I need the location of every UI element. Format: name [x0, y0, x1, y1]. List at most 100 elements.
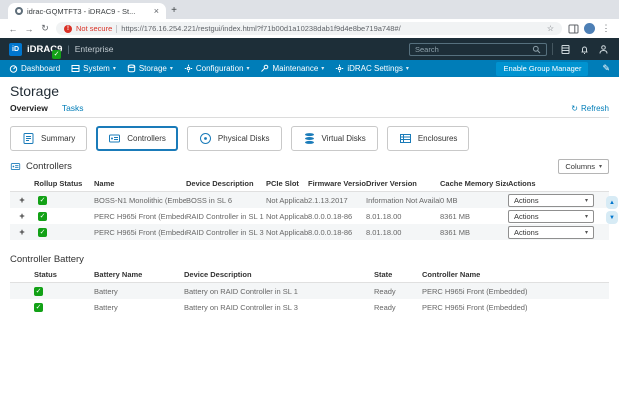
cache-memory-size: 8361 MB	[440, 212, 508, 221]
search-input[interactable]	[415, 45, 528, 54]
col-status: Status	[10, 270, 94, 279]
brand-separator: |	[67, 44, 69, 54]
controller-name: PERC H965i Front (Embedded)	[94, 228, 186, 237]
notifications-bell-icon[interactable]	[577, 43, 591, 55]
firmware-version: 2.1.13.2017	[308, 196, 366, 205]
expand-row-icon[interactable]: +	[10, 211, 34, 221]
nav-storage[interactable]: Storage ▾	[127, 64, 173, 73]
bookmark-star-icon[interactable]: ☆	[547, 24, 554, 33]
battery-section-title: Controller Battery	[10, 254, 84, 265]
nav-configuration[interactable]: Configuration ▾	[184, 64, 250, 73]
battery-state: Ready	[374, 287, 422, 296]
reload-icon[interactable]: ↻	[40, 23, 50, 34]
col-state: State	[374, 270, 422, 279]
col-cache-memory-size: Cache Memory Size	[440, 179, 508, 188]
enclosures-icon	[399, 132, 412, 145]
idrac-header: iD iDRAC9 | Enterprise	[0, 38, 619, 60]
url-text[interactable]: https://176.16.254.221/restgui/index.htm…	[121, 24, 543, 33]
card-virtual-disks[interactable]: Virtual Disks	[291, 126, 378, 151]
col-name: Name	[94, 179, 186, 188]
actions-dropdown[interactable]: Actions ▾	[508, 194, 594, 207]
card-controllers[interactable]: Controllers	[96, 126, 178, 151]
status-ok-icon: ✓	[38, 196, 47, 205]
side-panel-icon[interactable]	[568, 24, 578, 34]
controllers-table: Rollup Status Name Device Description PC…	[10, 176, 609, 240]
device-description: BOSS in SL 6	[186, 196, 266, 205]
scroll-down-button[interactable]: ▼	[606, 211, 618, 224]
tab-close-icon[interactable]: ×	[154, 7, 159, 16]
firmware-version: 8.0.0.0.18-86	[308, 212, 366, 221]
refresh-link[interactable]: ↻ Refresh	[571, 104, 609, 113]
chevron-down-icon: ▾	[170, 65, 173, 72]
browser-toolbar: ← → ↻ ! Not secure https://176.16.254.22…	[0, 19, 619, 38]
driver-version: 8.01.18.00	[366, 212, 440, 221]
summary-icon	[22, 132, 35, 145]
tab-tasks[interactable]: Tasks	[62, 103, 84, 113]
pcie-slot: Not Applicable	[266, 212, 308, 221]
actions-dropdown[interactable]: Actions ▾	[508, 210, 594, 223]
controller-name: PERC H965i Front (Embedded)	[422, 287, 609, 296]
maintenance-wrench-icon	[260, 64, 269, 73]
nav-system[interactable]: System ▾	[71, 64, 116, 73]
license-edition: Enterprise	[75, 44, 114, 54]
col-rollup-status: Rollup Status	[34, 179, 94, 188]
battery-name: Battery	[94, 287, 184, 296]
nav-idrac-settings[interactable]: iDRAC Settings ▾	[335, 64, 409, 73]
tab-favicon-icon	[15, 7, 23, 15]
device-description: Battery on RAID Controller in SL 3	[184, 303, 374, 312]
enable-group-manager-button[interactable]: Enable Group Manager	[496, 62, 588, 76]
edit-pencil-icon[interactable]: ✎	[602, 63, 610, 74]
settings-gear-icon	[335, 64, 344, 73]
columns-button[interactable]: Columns ▾	[558, 159, 609, 174]
browser-menu-icon[interactable]: ⋮	[601, 23, 611, 34]
virtual-disks-icon	[303, 132, 316, 145]
nav-dashboard[interactable]: Dashboard	[9, 64, 60, 73]
battery-table-header: Status Battery Name Device Description S…	[10, 267, 609, 283]
search-box[interactable]	[409, 43, 547, 56]
new-tab-button[interactable]: +	[166, 5, 182, 16]
col-driver-version: Driver Version	[366, 179, 440, 188]
nav-maintenance[interactable]: Maintenance ▾	[260, 64, 324, 73]
dashboard-gauge-icon	[9, 64, 18, 73]
device-description: RAID Controller in SL 3	[186, 228, 266, 237]
card-enclosures[interactable]: Enclosures	[387, 126, 470, 151]
forward-icon[interactable]: →	[24, 24, 34, 34]
user-icon[interactable]	[596, 43, 610, 55]
not-secure-label[interactable]: Not secure	[76, 24, 112, 33]
idrac-logo: iD	[9, 43, 22, 56]
col-device-description: Device Description	[186, 179, 266, 188]
actions-dropdown[interactable]: Actions ▾	[508, 226, 594, 239]
page-tabs: Overview Tasks ↻ Refresh	[10, 103, 609, 118]
browser-tab[interactable]: idrac-GQMTFT3 - iDRAC9 - St... ×	[8, 3, 166, 19]
status-ok-icon: ✓	[34, 303, 43, 312]
address-bar[interactable]: ! Not secure https://176.16.254.221/rest…	[56, 22, 562, 35]
status-ok-icon: ✓	[38, 228, 47, 237]
battery-section-header: Controller Battery	[10, 254, 609, 265]
browser-profile-avatar[interactable]	[584, 23, 595, 34]
controller-name: PERC H965i Front (Embedded)	[422, 303, 609, 312]
expand-row-icon[interactable]: +	[10, 227, 34, 237]
back-icon[interactable]: ←	[8, 24, 18, 34]
storage-disk-icon	[127, 64, 136, 73]
status-ok-icon: ✓	[34, 287, 43, 296]
card-summary[interactable]: Summary	[10, 126, 87, 151]
search-icon[interactable]	[532, 45, 541, 54]
physical-disks-icon	[199, 132, 212, 145]
table-row: ✓ Battery Battery on RAID Controller in …	[10, 283, 609, 299]
server-rack-icon[interactable]	[558, 43, 572, 55]
controllers-icon	[108, 132, 121, 145]
expand-row-icon[interactable]: +	[10, 195, 34, 205]
header-divider	[552, 43, 553, 55]
device-description: Battery on RAID Controller in SL 1	[184, 287, 374, 296]
tab-overview[interactable]: Overview	[10, 103, 48, 113]
configuration-gear-icon	[184, 64, 193, 73]
status-ok-icon: ✓	[38, 212, 47, 221]
scroll-up-button[interactable]: ▲	[606, 196, 618, 209]
chevron-down-icon: ▾	[585, 197, 588, 204]
col-firmware-version: Firmware Version	[308, 179, 366, 188]
card-physical-disks[interactable]: Physical Disks	[187, 126, 282, 151]
page-content: Storage Overview Tasks ↻ Refresh Summary…	[0, 77, 619, 315]
chevron-down-icon: ▾	[599, 163, 602, 170]
table-row: + ✓ PERC H965i Front (Embedded) RAID Con…	[10, 224, 609, 240]
driver-version: 8.01.18.00	[366, 228, 440, 237]
